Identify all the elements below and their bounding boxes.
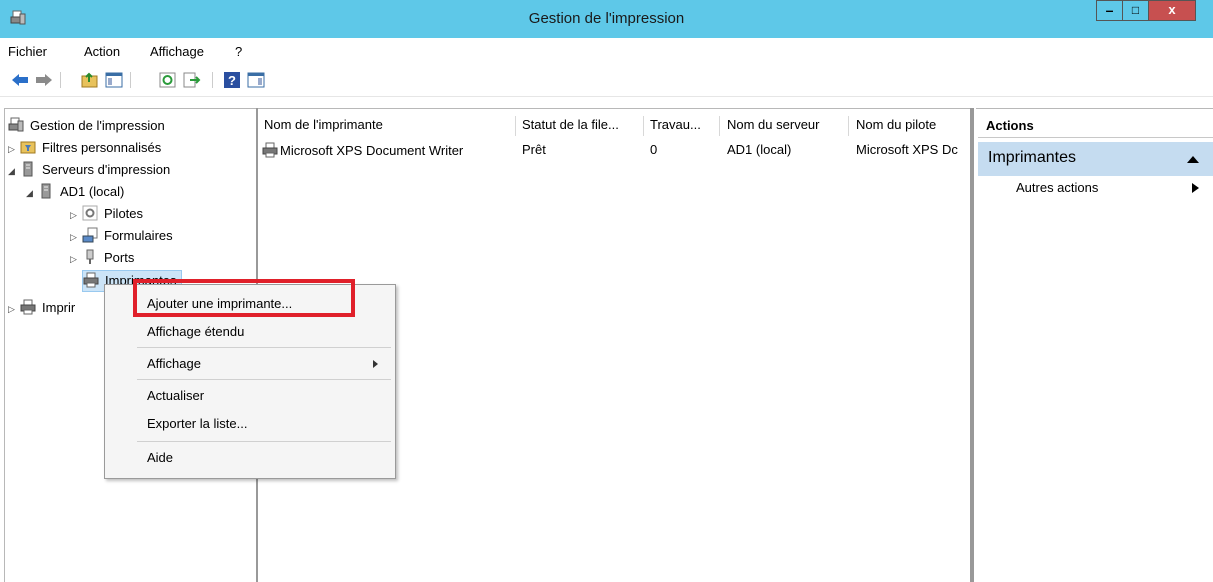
close-button[interactable]: x bbox=[1148, 0, 1196, 21]
tree-item-deployed-printers[interactable]: ▷ Imprir bbox=[8, 298, 75, 320]
forms-icon bbox=[82, 227, 98, 243]
menu-help[interactable]: ? bbox=[235, 44, 242, 59]
print-management-icon bbox=[8, 117, 24, 132]
column-header-jobs[interactable]: Travau... bbox=[650, 116, 716, 136]
menu-separator bbox=[137, 379, 391, 380]
tree-label: Filtres personnalisés bbox=[42, 140, 162, 155]
actions-item-label: Autres actions bbox=[1016, 180, 1099, 195]
cell-printer-name: Microsoft XPS Document Writer bbox=[262, 142, 514, 158]
menu-separator bbox=[137, 347, 391, 348]
column-header-printer-name[interactable]: Nom de l'imprimante bbox=[264, 116, 512, 136]
maximize-button[interactable]: □ bbox=[1122, 0, 1149, 21]
context-item-help[interactable]: Aide bbox=[147, 450, 173, 465]
context-item-label: Affichage bbox=[147, 356, 201, 371]
help-icon[interactable]: ? bbox=[222, 70, 242, 90]
expand-arrow-icon[interactable]: ▷ bbox=[8, 299, 20, 319]
toolbar-separator bbox=[60, 72, 61, 88]
svg-text:?: ? bbox=[228, 73, 236, 88]
submenu-arrow-icon bbox=[373, 360, 378, 368]
tree-item-ports[interactable]: ▷ Ports bbox=[70, 248, 134, 270]
filter-folder-icon bbox=[20, 141, 36, 154]
toolbar-separator bbox=[130, 72, 131, 88]
cell-jobs: 0 bbox=[650, 142, 658, 157]
printer-icon bbox=[83, 272, 99, 288]
column-separator[interactable] bbox=[643, 116, 644, 136]
export-icon[interactable] bbox=[182, 70, 202, 90]
driver-gear-icon bbox=[82, 205, 98, 221]
menu-bar: Fichier Action Affichage ? bbox=[0, 38, 1213, 64]
menu-affichage[interactable]: Affichage bbox=[150, 44, 204, 59]
refresh-icon[interactable] bbox=[158, 70, 178, 90]
printer-name: Microsoft XPS Document Writer bbox=[280, 143, 464, 158]
collapse-up-icon[interactable] bbox=[1187, 155, 1199, 163]
expand-arrow-icon[interactable]: ▷ bbox=[8, 139, 20, 159]
printer-icon bbox=[262, 142, 278, 158]
list-pane-right-border bbox=[970, 108, 974, 582]
column-separator[interactable] bbox=[515, 116, 516, 136]
tree-pane-border bbox=[4, 108, 256, 109]
list-pane-border bbox=[258, 108, 970, 109]
actions-pane-border bbox=[976, 108, 1213, 109]
actions-group-label: Imprimantes bbox=[988, 149, 1077, 166]
context-item-refresh[interactable]: Actualiser bbox=[147, 388, 204, 403]
server-icon bbox=[41, 183, 51, 199]
tree-pane-left-border bbox=[4, 108, 5, 582]
title-bar: Gestion de l'impression – □ x bbox=[0, 0, 1213, 38]
context-item-view[interactable]: Affichage bbox=[147, 356, 387, 371]
cell-server-name: AD1 (local) bbox=[727, 142, 792, 157]
menu-action[interactable]: Action bbox=[84, 44, 120, 59]
port-icon bbox=[86, 249, 94, 264]
expand-arrow-icon[interactable]: ▷ bbox=[70, 205, 82, 225]
show-tree-icon[interactable] bbox=[104, 70, 124, 90]
window-title: Gestion de l'impression bbox=[528, 10, 685, 27]
column-header-server-name[interactable]: Nom du serveur bbox=[727, 116, 843, 136]
show-action-pane-icon[interactable] bbox=[246, 70, 266, 90]
tree-label: Serveurs d'impression bbox=[42, 162, 171, 177]
tree-item-root[interactable]: Gestion de l'impression bbox=[8, 116, 165, 138]
submenu-arrow-icon bbox=[1192, 183, 1199, 193]
minimize-button[interactable]: – bbox=[1096, 0, 1123, 21]
column-separator[interactable] bbox=[719, 116, 720, 136]
tree-item-filters[interactable]: ▷ Filtres personnalisés bbox=[8, 138, 161, 160]
collapse-arrow-icon[interactable]: ◢ bbox=[26, 183, 38, 203]
tree-item-print-servers[interactable]: ◢ Serveurs d'impression bbox=[8, 160, 170, 182]
tree-label: Pilotes bbox=[104, 206, 144, 221]
expand-arrow-icon[interactable]: ▷ bbox=[70, 249, 82, 269]
column-header-queue-status[interactable]: Statut de la file... bbox=[522, 116, 640, 136]
column-header-driver-name[interactable]: Nom du pilote bbox=[856, 116, 966, 136]
tree-item-forms[interactable]: ▷ Formulaires bbox=[70, 226, 173, 248]
tree-label: Gestion de l'impression bbox=[30, 118, 165, 133]
toolbar-separator bbox=[212, 72, 213, 88]
tree-item-server-ad1[interactable]: ◢ AD1 (local) bbox=[26, 182, 124, 204]
printer-icon bbox=[20, 299, 36, 315]
tree-item-drivers[interactable]: ▷ Pilotes bbox=[70, 204, 143, 226]
up-folder-icon[interactable] bbox=[80, 70, 100, 90]
context-item-extended-view[interactable]: Affichage étendu bbox=[147, 324, 244, 339]
tree-label: Ports bbox=[104, 250, 135, 265]
expand-arrow-icon[interactable]: ▷ bbox=[70, 227, 82, 247]
actions-pane-header: Actions bbox=[978, 116, 1213, 138]
menu-fichier[interactable]: Fichier bbox=[8, 44, 47, 59]
context-item-export-list[interactable]: Exporter la liste... bbox=[147, 416, 247, 431]
forward-icon[interactable] bbox=[34, 70, 54, 90]
menu-separator bbox=[137, 441, 391, 442]
tree-label: Formulaires bbox=[104, 228, 173, 243]
cell-driver-name: Microsoft XPS Dc bbox=[856, 142, 958, 157]
tree-label: AD1 (local) bbox=[60, 184, 125, 199]
actions-item-more-actions[interactable]: Autres actions bbox=[978, 178, 1213, 198]
highlight-box bbox=[133, 279, 355, 317]
back-icon[interactable] bbox=[10, 70, 30, 90]
toolbar: ? bbox=[0, 64, 1213, 97]
collapse-arrow-icon[interactable]: ◢ bbox=[8, 161, 20, 181]
server-icon bbox=[23, 161, 33, 177]
column-separator[interactable] bbox=[848, 116, 849, 136]
cell-queue-status: Prêt bbox=[522, 142, 546, 157]
actions-group-printers[interactable]: Imprimantes bbox=[978, 142, 1213, 176]
tree-label: Imprir bbox=[42, 300, 76, 315]
